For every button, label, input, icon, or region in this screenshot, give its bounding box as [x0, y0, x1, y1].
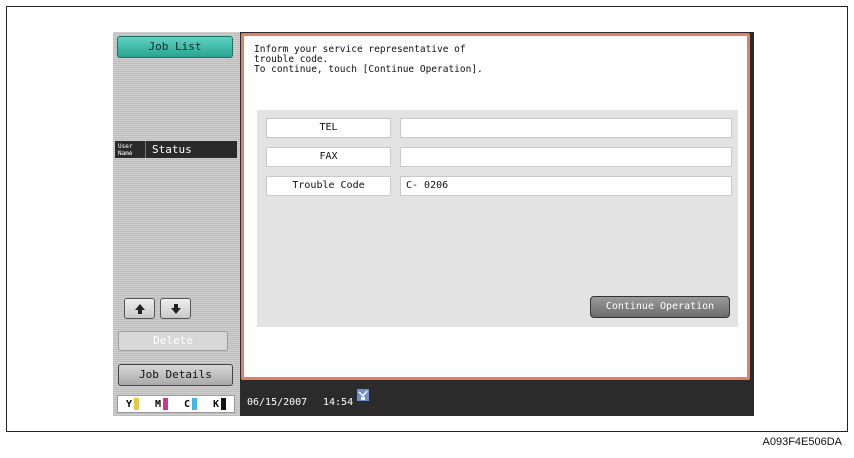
tab-status[interactable]: Status	[145, 141, 237, 158]
figure-caption: A093F4E506DA	[762, 436, 843, 448]
network-icon	[357, 389, 369, 401]
toner-levels: Y M C K	[117, 395, 235, 413]
status-time: 14:54	[323, 397, 354, 408]
toner-magenta: M	[155, 398, 169, 410]
toner-black: K	[213, 398, 227, 410]
service-info-area: TEL FAX Trouble Code C- 0206 Continue Op…	[257, 110, 738, 327]
status-bar: 06/15/2007 14:54	[241, 386, 754, 416]
job-list-button[interactable]: Job List	[117, 36, 233, 58]
trouble-code-value: C- 0206	[400, 176, 732, 196]
continue-operation-button[interactable]: Continue Operation	[590, 296, 730, 318]
status-date: 06/15/2007	[247, 397, 308, 408]
fax-value	[400, 147, 732, 167]
control-panel-screen: Job List User Name Status Delete Job Deta…	[113, 32, 754, 416]
job-panel: Job List User Name Status Delete Job Deta…	[113, 32, 240, 416]
dialog-message: Inform your service representative of tr…	[254, 44, 483, 75]
toner-yellow: Y	[126, 398, 140, 410]
job-details-button[interactable]: Job Details	[118, 364, 233, 386]
tel-value	[400, 118, 732, 138]
fax-label: FAX	[266, 147, 391, 167]
toner-cyan: C	[184, 398, 198, 410]
tab-user-name[interactable]: User Name	[115, 143, 145, 157]
trouble-code-dialog: Inform your service representative of tr…	[241, 33, 750, 380]
job-list-header: User Name Status	[115, 141, 237, 158]
trouble-code-label: Trouble Code	[266, 176, 391, 196]
tel-label: TEL	[266, 118, 391, 138]
arrow-up-icon	[134, 303, 145, 314]
arrow-down-icon	[170, 303, 181, 314]
delete-button[interactable]: Delete	[118, 331, 228, 351]
scroll-up-button[interactable]	[124, 298, 155, 319]
scroll-down-button[interactable]	[160, 298, 191, 319]
